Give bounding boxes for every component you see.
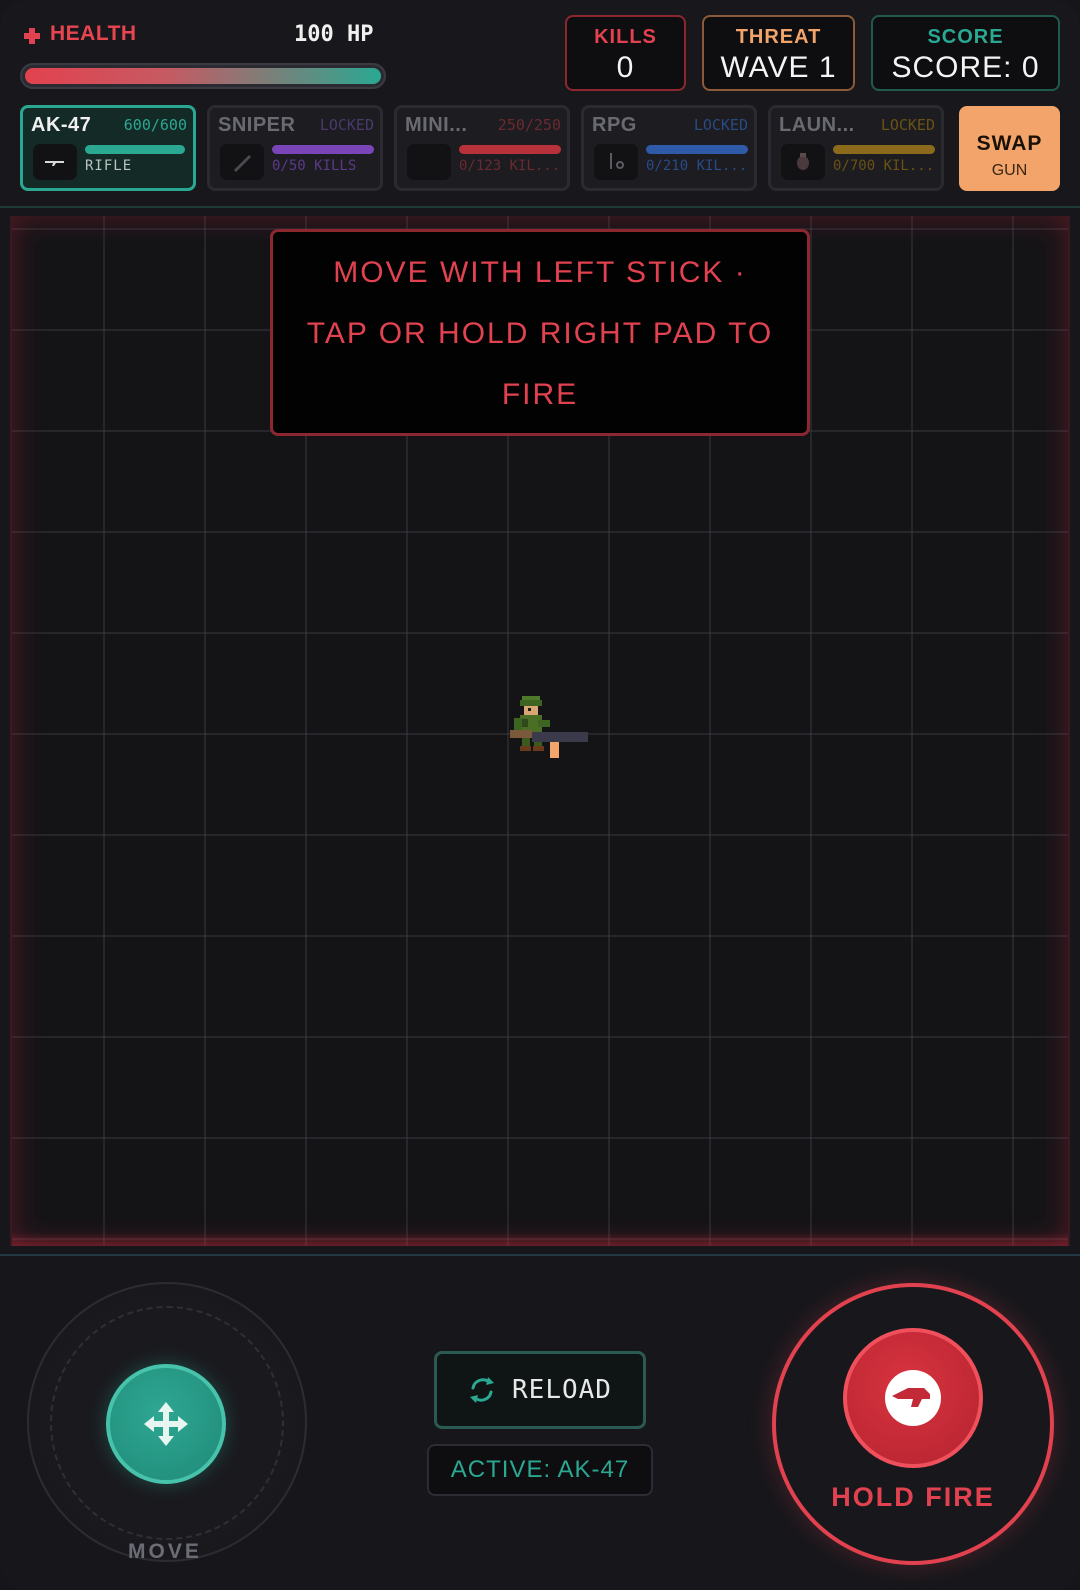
weapon-card-sniper[interactable]: SNIPER LOCKED 0/50 KILLS — [207, 105, 383, 191]
weapon-ammo: 600/600 — [123, 116, 187, 134]
threat-label: THREAT — [735, 26, 822, 48]
health-bar — [20, 63, 386, 89]
score-value: SCORE: 0 — [891, 51, 1040, 84]
health-header: HEALTH — [24, 22, 137, 46]
weapon-name: RPG — [592, 114, 637, 136]
move-arrows-icon — [144, 1402, 188, 1446]
weapon-card-launcher[interactable]: LAUN... LOCKED 0/700 KIL... — [768, 105, 944, 191]
weapon-ammo: 250/250 — [497, 116, 561, 134]
tutorial-line-2: TAP OR HOLD RIGHT PAD TO — [306, 317, 774, 350]
weapon-name: AK-47 — [31, 114, 92, 136]
weapon-unlock-progress: 0/210 KIL... — [646, 158, 748, 174]
weapon-unlock-progress: 0/50 KILLS — [272, 158, 357, 174]
swap-sublabel: GUN — [991, 162, 1028, 179]
tutorial-line-3: FIRE — [501, 378, 579, 411]
health-bar-fill — [25, 68, 381, 84]
weapon-lock-status: LOCKED — [319, 116, 374, 134]
weapon-unlock-progress: 0/700 KIL... — [833, 158, 935, 174]
health-label: HEALTH — [50, 22, 137, 45]
weapon-name: SNIPER — [218, 114, 296, 136]
fire-button[interactable] — [843, 1328, 983, 1468]
weapon-name: MINI... — [405, 114, 468, 136]
tutorial-banner: MOVE WITH LEFT STICK · TAP OR HOLD RIGHT… — [270, 229, 810, 436]
weapon-card-minigun[interactable]: MINI... 250/250 0/123 KIL... — [394, 105, 570, 191]
weapon-name: LAUN... — [779, 114, 855, 136]
weapon-progress-bar — [833, 145, 935, 154]
launcher-icon — [781, 144, 825, 180]
fire-icon — [885, 1370, 941, 1426]
reload-label: RELOAD — [512, 1375, 612, 1405]
reload-button[interactable]: RELOAD — [434, 1351, 646, 1429]
hold-fire-label: HOLD FIRE — [831, 1482, 995, 1512]
weapon-lock-status: LOCKED — [880, 116, 935, 134]
rpg-icon — [594, 144, 638, 180]
active-weapon-indicator: ACTIVE: AK-47 — [427, 1444, 653, 1496]
joystick-knob[interactable] — [106, 1364, 226, 1484]
swap-label: SWAP — [976, 132, 1043, 155]
kills-counter: KILLS 0 — [565, 15, 686, 91]
score-label: SCORE — [927, 26, 1004, 48]
sniper-icon — [220, 144, 264, 180]
move-label: MOVE — [128, 1540, 202, 1563]
weapon-card-rpg[interactable]: RPG LOCKED 0/210 KIL... — [581, 105, 757, 191]
rifle-icon — [33, 144, 77, 180]
hp-readout: 100 HP — [294, 22, 374, 47]
weapon-progress-bar — [272, 145, 374, 154]
health-cross-icon — [24, 28, 40, 44]
kills-value: 0 — [616, 51, 635, 84]
threat-counter: THREAT WAVE 1 — [702, 15, 855, 91]
kills-label: KILLS — [594, 26, 657, 48]
weapon-card-ak47[interactable]: AK-47 600/600 RIFLE — [20, 105, 196, 191]
game-screen: HEALTH 100 HP KILLS 0 THREAT WAVE 1 SCOR… — [0, 0, 1080, 1590]
score-counter: SCORE SCORE: 0 — [871, 15, 1060, 91]
weapon-progress-bar — [646, 145, 748, 154]
weapon-unlock-progress: 0/123 KIL... — [459, 158, 561, 174]
hud-panel: HEALTH 100 HP KILLS 0 THREAT WAVE 1 SCOR… — [0, 0, 1080, 208]
weapon-lock-status: LOCKED — [693, 116, 748, 134]
weapon-class: RIFLE — [85, 158, 133, 174]
minigun-icon — [407, 144, 451, 180]
weapon-progress-bar — [459, 145, 561, 154]
tutorial-line-1: MOVE WITH LEFT STICK · — [333, 256, 747, 289]
weapon-progress-bar — [85, 145, 185, 154]
player-soldier-sprite — [510, 694, 600, 774]
swap-gun-button[interactable]: SWAP GUN — [959, 106, 1060, 191]
reload-icon — [470, 1377, 495, 1403]
threat-value: WAVE 1 — [720, 51, 837, 84]
